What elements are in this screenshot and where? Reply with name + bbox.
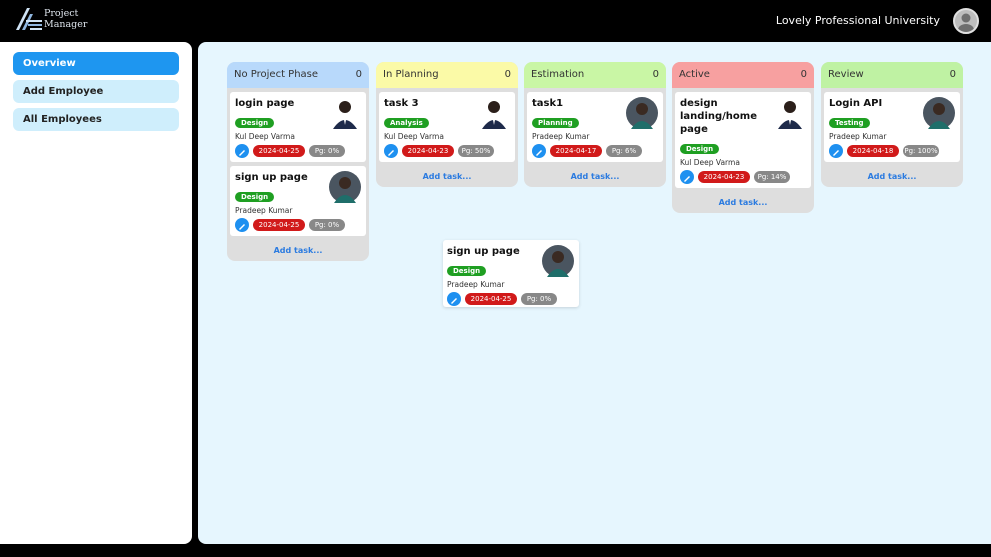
sidebar: Overview Add Employee All Employees — [0, 42, 192, 544]
task-date-badge: 2024-04-17 — [550, 145, 602, 157]
column-header: Review 0 — [821, 62, 963, 88]
task-assignee: Kul Deep Varma — [235, 132, 295, 141]
dragging-task-card[interactable]: sign up page Design Pradeep Kumar 2024-0… — [443, 240, 579, 307]
task-tag: Analysis — [384, 118, 429, 128]
column-count: 0 — [504, 69, 511, 80]
user-avatar-icon[interactable] — [953, 8, 979, 34]
task-tag: Testing — [829, 118, 870, 128]
column-header: No Project Phase 0 — [227, 62, 369, 88]
task-tag: Design — [235, 118, 275, 128]
task-tag: Design — [447, 266, 487, 276]
sidebar-item-overview[interactable]: Overview — [13, 52, 179, 75]
brand-line-2: Manager — [44, 19, 88, 30]
sidebar-item-all-employees[interactable]: All Employees — [13, 108, 179, 131]
top-bar: Project Manager Lovely Professional Univ… — [0, 0, 991, 42]
task-assignee: Kul Deep Varma — [384, 132, 444, 141]
add-task-link[interactable]: Add task... — [227, 236, 369, 261]
task-progress-badge: Pg: 0% — [521, 293, 557, 305]
column-title: No Project Phase — [234, 69, 319, 80]
column-no-project-phase: No Project Phase 0 login page Design Kul… — [227, 62, 369, 261]
task-date-badge: 2024-04-18 — [847, 145, 899, 157]
sidebar-item-label: Add Employee — [23, 86, 104, 97]
column-title: In Planning — [383, 69, 439, 80]
assignee-avatar-icon — [329, 171, 361, 203]
column-active: Active 0 design landing/home page Design… — [672, 62, 814, 213]
task-progress-badge: Pg: 6% — [606, 145, 642, 157]
column-header: Active 0 — [672, 62, 814, 88]
task-title: task1 — [532, 98, 564, 109]
column-in-planning: In Planning 0 task 3 Analysis Kul Deep V… — [376, 62, 518, 187]
task-tag: Design — [680, 144, 720, 154]
task-title: sign up page — [235, 172, 308, 183]
task-card[interactable]: sign up page Design Pradeep Kumar 2024-0… — [230, 166, 366, 236]
assignee-avatar-icon — [542, 245, 574, 277]
add-task-link[interactable]: Add task... — [672, 188, 814, 213]
sidebar-item-add-employee[interactable]: Add Employee — [13, 80, 179, 103]
task-title: task 3 — [384, 98, 419, 109]
task-progress-badge: Pg: 0% — [309, 219, 345, 231]
task-progress-badge: Pg: 50% — [458, 145, 494, 157]
sidebar-item-label: All Employees — [23, 114, 102, 125]
task-card[interactable]: task1 Planning Pradeep Kumar 2024-04-17 … — [527, 92, 663, 162]
bottom-bar — [0, 544, 991, 557]
task-progress-badge: Pg: 100% — [903, 145, 939, 157]
add-task-link[interactable]: Add task... — [524, 162, 666, 187]
assignee-avatar-icon — [778, 101, 802, 129]
column-title: Active — [679, 69, 710, 80]
column-title: Review — [828, 69, 864, 80]
task-date-badge: 2024-04-25 — [253, 145, 305, 157]
task-tag: Design — [235, 192, 275, 202]
assignee-avatar-icon — [482, 101, 506, 129]
column-count: 0 — [355, 69, 362, 80]
task-tag: Planning — [532, 118, 579, 128]
project-manager-logo — [16, 8, 42, 30]
assignee-avatar-icon — [333, 101, 357, 129]
task-card[interactable]: Login API Testing Pradeep Kumar 2024-04-… — [824, 92, 960, 162]
add-task-link[interactable]: Add task... — [376, 162, 518, 187]
university-name: Lovely Professional University — [775, 14, 940, 27]
assignee-avatar-icon — [923, 97, 955, 129]
edit-icon[interactable] — [235, 218, 249, 232]
task-title: login page — [235, 98, 295, 109]
column-count: 0 — [949, 69, 956, 80]
assignee-avatar-icon — [626, 97, 658, 129]
task-assignee: Kul Deep Varma — [680, 158, 740, 167]
task-assignee: Pradeep Kumar — [447, 280, 505, 289]
column-count: 0 — [652, 69, 659, 80]
board-area: No Project Phase 0 login page Design Kul… — [198, 42, 991, 544]
task-progress-badge: Pg: 14% — [754, 171, 790, 183]
column-estimation: Estimation 0 task1 Planning Pradeep Kuma… — [524, 62, 666, 187]
task-card[interactable]: design landing/home page Design Kul Deep… — [675, 92, 811, 188]
column-title: Estimation — [531, 69, 585, 80]
task-assignee: Pradeep Kumar — [532, 132, 590, 141]
task-card[interactable]: login page Design Kul Deep Varma 2024-04… — [230, 92, 366, 162]
sidebar-item-label: Overview — [23, 58, 76, 69]
edit-icon[interactable] — [829, 144, 843, 158]
column-count: 0 — [800, 69, 807, 80]
task-date-badge: 2024-04-23 — [402, 145, 454, 157]
task-date-badge: 2024-04-23 — [698, 171, 750, 183]
task-card[interactable]: task 3 Analysis Kul Deep Varma 2024-04-2… — [379, 92, 515, 162]
task-progress-badge: Pg: 0% — [309, 145, 345, 157]
task-title: design landing/home page — [680, 98, 758, 135]
column-review: Review 0 Login API Testing Pradeep Kumar… — [821, 62, 963, 187]
task-title: Login API — [829, 98, 883, 109]
edit-icon[interactable] — [384, 144, 398, 158]
task-title: sign up page — [447, 246, 520, 257]
edit-icon[interactable] — [447, 292, 461, 306]
add-task-link[interactable]: Add task... — [821, 162, 963, 187]
column-header: In Planning 0 — [376, 62, 518, 88]
column-header: Estimation 0 — [524, 62, 666, 88]
brand-line-1: Project — [44, 8, 79, 19]
task-date-badge: 2024-04-25 — [253, 219, 305, 231]
brand-name: Project Manager — [44, 8, 87, 30]
task-date-badge: 2024-04-25 — [465, 293, 517, 305]
edit-icon[interactable] — [235, 144, 249, 158]
task-assignee: Pradeep Kumar — [235, 206, 293, 215]
task-assignee: Pradeep Kumar — [829, 132, 887, 141]
edit-icon[interactable] — [680, 170, 694, 184]
edit-icon[interactable] — [532, 144, 546, 158]
